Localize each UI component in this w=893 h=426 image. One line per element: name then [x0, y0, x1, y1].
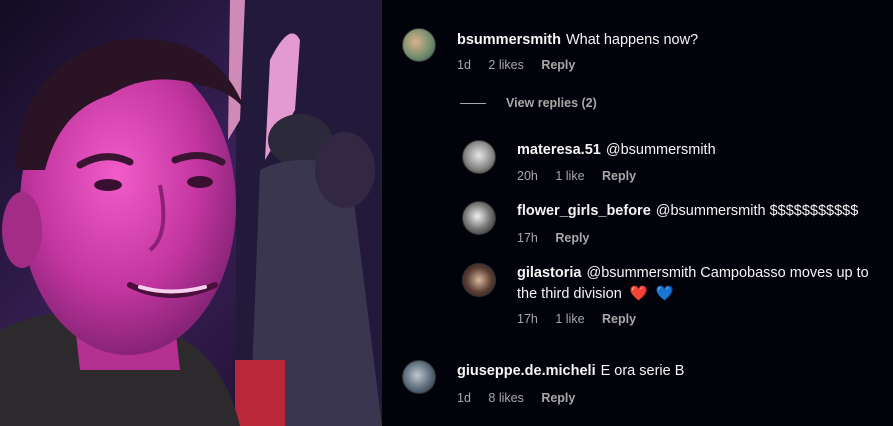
comment-username[interactable]: giuseppe.de.micheli — [457, 363, 596, 379]
divider — [460, 102, 486, 104]
reply-button[interactable]: Reply — [602, 169, 636, 183]
comment-body: giuseppe.de.micheli E ora serie B — [457, 361, 684, 382]
avatar[interactable] — [462, 140, 496, 174]
reply-body: materesa.51 @bsummersmith — [517, 140, 716, 161]
reply-username[interactable]: gilastoria — [517, 265, 581, 281]
reply-text-line2: the third division — [517, 286, 622, 302]
reply-likes[interactable]: 1 like — [555, 312, 584, 326]
reply-text: @bsummersmith $$$$$$$$$$$ — [655, 203, 859, 219]
post-photo — [0, 0, 382, 426]
comment-meta: 1d 2 likes Reply — [457, 58, 589, 72]
reply-text-continuation: the third division ❤️ 💙 — [517, 284, 674, 305]
avatar[interactable] — [402, 28, 436, 62]
reply-age[interactable]: 20h — [517, 169, 538, 183]
red-heart-emoji: ❤️ — [629, 286, 648, 302]
reply-body: flower_girls_before @bsummersmith $$$$$$$… — [517, 201, 858, 222]
reply-age[interactable]: 17h — [517, 231, 538, 245]
reply-meta: 17h Reply — [517, 231, 603, 245]
selfie-illustration — [0, 0, 382, 426]
reply-button[interactable]: Reply — [602, 312, 636, 326]
reply-text-line1: @bsummersmith Campobasso moves up to — [586, 265, 869, 281]
reply-age[interactable]: 17h — [517, 312, 538, 326]
comment-age[interactable]: 1d — [457, 391, 471, 405]
view-replies-button[interactable]: View replies (2) — [460, 96, 597, 110]
reply-button[interactable]: Reply — [541, 58, 575, 72]
comment-username[interactable]: bsummersmith — [457, 32, 561, 48]
avatar[interactable] — [462, 201, 496, 235]
reply-body: gilastoria @bsummersmith Campobasso moves… — [517, 263, 869, 284]
reply-username[interactable]: flower_girls_before — [517, 203, 651, 219]
comment-likes[interactable]: 8 likes — [488, 391, 523, 405]
reply-button[interactable]: Reply — [555, 231, 589, 245]
avatar[interactable] — [462, 263, 496, 297]
view-replies-label: View replies (2) — [506, 96, 597, 110]
comment-text: What happens now? — [565, 32, 699, 48]
comment-text: E ora serie B — [600, 363, 685, 379]
reply-button[interactable]: Reply — [541, 391, 575, 405]
comment-body: bsummersmith What happens now? — [457, 30, 698, 51]
reply-meta: 20h 1 like Reply — [517, 169, 650, 183]
comment-meta: 1d 8 likes Reply — [457, 391, 589, 405]
comment-age[interactable]: 1d — [457, 58, 471, 72]
reply-likes[interactable]: 1 like — [555, 169, 584, 183]
reply-meta: 17h 1 like Reply — [517, 312, 650, 326]
comments-panel: bsummersmith What happens now? 1d 2 likes… — [382, 0, 893, 426]
reply-username[interactable]: materesa.51 — [517, 142, 601, 158]
blue-heart-emoji: 💙 — [655, 286, 674, 302]
comment-likes[interactable]: 2 likes — [488, 58, 523, 72]
avatar[interactable] — [402, 360, 436, 394]
reply-text: @bsummersmith — [605, 142, 716, 158]
